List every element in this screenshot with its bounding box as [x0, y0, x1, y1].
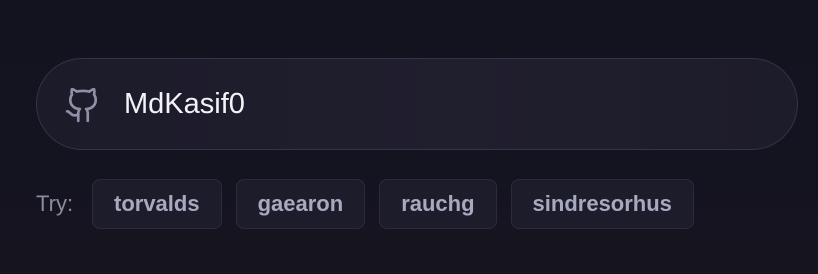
try-label: Try:	[36, 191, 74, 216]
username-search-input[interactable]	[124, 82, 764, 126]
suggestion-chip-rauchg[interactable]: rauchg	[379, 179, 497, 229]
suggestion-chips: torvalds gaearon rauchg sindresorhus	[92, 179, 694, 229]
suggestion-chip-gaearon[interactable]: gaearon	[235, 179, 366, 229]
suggestion-chip-sindresorhus[interactable]: sindresorhus	[510, 179, 694, 229]
suggestion-chip-torvalds[interactable]: torvalds	[92, 179, 222, 229]
github-icon	[65, 87, 98, 123]
